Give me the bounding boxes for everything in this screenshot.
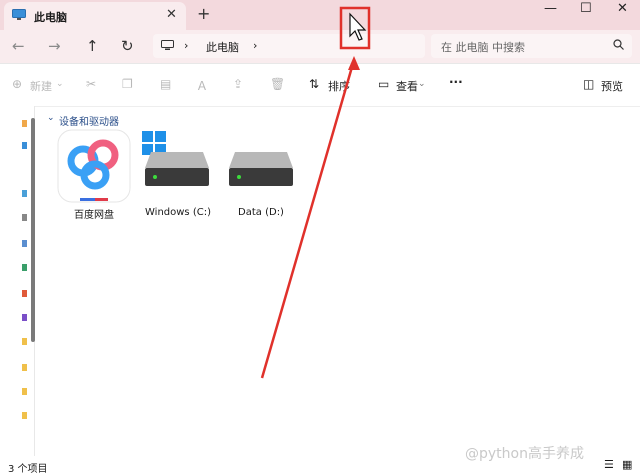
navigation-bar: ← → ↑ ↻ › 此电脑 › 在 此电脑 中搜索 <box>0 30 640 63</box>
tab-this-pc[interactable]: 此电脑 ✕ <box>4 2 186 30</box>
breadcrumb-chevron-icon[interactable]: › <box>253 39 257 52</box>
search-icon <box>613 39 624 50</box>
breadcrumb-chevron-icon[interactable]: › <box>184 39 188 52</box>
folder-icon[interactable] <box>22 264 27 271</box>
address-bar[interactable]: › 此电脑 › <box>153 34 425 58</box>
minimize-button[interactable]: — <box>544 1 557 16</box>
hard-drive-icon <box>229 152 293 186</box>
folder-icon[interactable] <box>22 388 27 395</box>
breadcrumb-this-pc[interactable]: 此电脑 <box>206 39 239 55</box>
group-header[interactable]: 设备和驱动器 <box>59 113 119 128</box>
navigation-pane[interactable] <box>0 106 35 456</box>
folder-icon[interactable] <box>22 240 27 247</box>
search-input[interactable]: 在 此电脑 中搜索 <box>441 39 525 55</box>
new-button[interactable]: 新建 <box>30 78 52 94</box>
folder-icon[interactable] <box>22 214 27 221</box>
folder-icon[interactable] <box>22 364 27 371</box>
delete-icon[interactable]: 🗑 <box>270 77 285 91</box>
folder-icon[interactable] <box>22 338 27 345</box>
folder-icon[interactable] <box>22 142 27 149</box>
back-button[interactable]: ← <box>12 37 25 55</box>
drive-label: Data (D:) <box>238 207 284 218</box>
preview-pane-icon: ◫ <box>583 77 595 91</box>
view-button[interactable]: 查看 <box>396 78 418 94</box>
drive-label: 百度网盘 <box>74 210 114 221</box>
copy-icon[interactable]: ❐ <box>122 77 133 91</box>
folder-icon[interactable] <box>22 190 27 197</box>
new-icon: ⊕ <box>12 77 23 91</box>
folder-icon[interactable] <box>22 290 27 297</box>
up-button[interactable]: ↑ <box>86 37 99 55</box>
share-icon[interactable]: ⇪ <box>233 77 243 91</box>
drive-label: Windows (C:) <box>145 207 211 218</box>
close-tab-icon[interactable]: ✕ <box>166 7 177 22</box>
rename-icon[interactable]: Ａ <box>196 77 208 94</box>
forward-button[interactable]: → <box>48 37 61 55</box>
search-box[interactable]: 在 此电脑 中搜索 <box>431 34 632 58</box>
chevron-down-icon: ⌄ <box>56 79 64 89</box>
details-view-icon[interactable]: ☰ <box>604 458 614 471</box>
view-icon: ▭ <box>378 77 390 91</box>
baidu-netdisk-icon <box>57 129 131 203</box>
drive-item-c[interactable]: Windows (C:) <box>141 130 215 218</box>
maximize-button[interactable]: ☐ <box>580 1 592 16</box>
command-bar: ⊕ 新建 ⌄ ✂ ❐ ▤ Ａ ⇪ 🗑 ⇅ 排序 ▭ 查看 ⌄ ··· ◫ 预览 <box>0 63 640 107</box>
tiles-view-icon[interactable]: ▦ <box>622 458 632 471</box>
system-drive-icon <box>142 131 209 186</box>
annotation-arrow <box>260 59 356 379</box>
computer-icon <box>161 40 174 50</box>
sort-icon: ⇅ <box>309 77 320 91</box>
paste-icon[interactable]: ▤ <box>160 77 171 91</box>
monitor-icon <box>12 9 26 20</box>
item-count: 3 个项目 <box>8 464 48 475</box>
folder-icon[interactable] <box>22 314 27 321</box>
sort-button[interactable]: 排序 <box>328 78 350 94</box>
folder-icon[interactable] <box>22 412 27 419</box>
preview-button[interactable]: 预览 <box>601 78 623 94</box>
watermark: @python高手养成 <box>465 446 584 462</box>
more-options-button[interactable]: ··· <box>449 75 463 89</box>
collapse-chevron-icon[interactable]: ⌄ <box>47 113 55 123</box>
cut-icon[interactable]: ✂ <box>86 77 96 91</box>
drive-item-d[interactable]: Data (D:) <box>225 130 297 218</box>
new-tab-button[interactable]: + <box>197 4 210 23</box>
scrollbar[interactable] <box>31 118 35 342</box>
tab-title: 此电脑 <box>34 11 67 24</box>
close-window-button[interactable]: ✕ <box>617 1 628 16</box>
folder-icon[interactable] <box>22 120 27 127</box>
drive-item-baidu[interactable]: 百度网盘 <box>56 129 132 221</box>
refresh-button[interactable]: ↻ <box>121 37 134 55</box>
title-bar: 此电脑 ✕ + — ☐ ✕ <box>0 0 640 30</box>
chevron-down-icon: ⌄ <box>418 79 426 89</box>
